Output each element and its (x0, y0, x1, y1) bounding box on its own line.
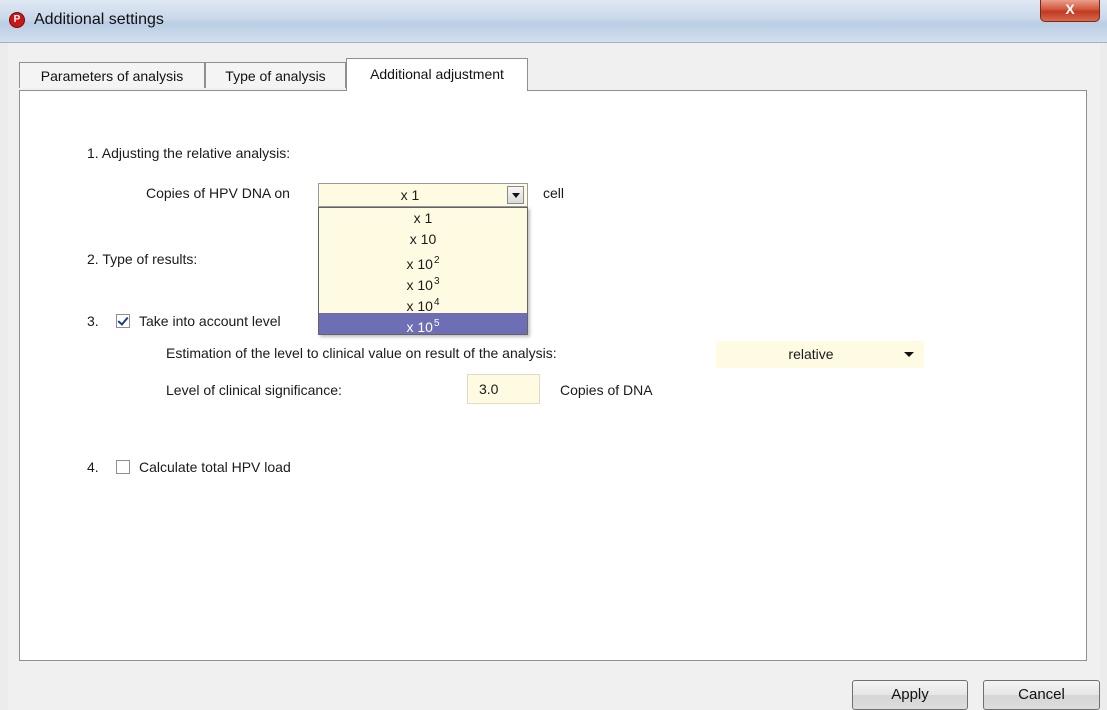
tab-additional-adjustment[interactable]: Additional adjustment (346, 58, 528, 91)
dropdown-option[interactable]: x 102 (319, 250, 527, 272)
dialog-window: P Additional settings X Parameters of an… (0, 0, 1107, 710)
take-into-account-checkbox[interactable] (116, 314, 130, 328)
dropdown-option-highlighted[interactable]: x 105 (319, 313, 527, 335)
tab-panel-additional-adjustment (19, 90, 1087, 661)
cell-suffix-label: cell (543, 185, 565, 201)
estimation-label: Estimation of the level to clinical valu… (166, 345, 557, 361)
dropdown-arrow-icon[interactable] (904, 352, 914, 357)
option-exponent: 5 (433, 318, 440, 329)
copies-multiplier-value: x 1 (400, 187, 420, 203)
section-4-number: 4. (87, 459, 99, 475)
apply-button[interactable]: Apply (852, 680, 968, 710)
option-exponent: 2 (433, 255, 440, 266)
option-base: x 1 (413, 210, 433, 226)
section-3-number: 3. (87, 313, 99, 329)
option-base: x 10 (406, 277, 433, 293)
copies-label: Copies of HPV DNA on (146, 185, 290, 201)
option-base: x 10 (409, 231, 437, 247)
section-1-heading: 1. Adjusting the relative analysis: (87, 145, 291, 161)
dropdown-option[interactable]: x 1 (319, 208, 527, 229)
cancel-button[interactable]: Cancel (983, 680, 1100, 710)
dropdown-option[interactable]: x 10 (319, 229, 527, 250)
option-base: x 10 (406, 319, 433, 335)
total-hpv-load-label: Calculate total HPV load (139, 459, 291, 475)
option-base: x 10 (406, 256, 433, 272)
title-bar: P Additional settings X (0, 0, 1107, 43)
significance-input[interactable]: 3.0 (467, 374, 540, 404)
tab-parameters-of-analysis[interactable]: Parameters of analysis (19, 62, 205, 88)
option-exponent: 4 (433, 297, 440, 308)
option-exponent: 3 (433, 276, 440, 287)
significance-unit: Copies of DNA (560, 382, 653, 398)
app-logo-icon: P (9, 12, 25, 28)
option-base: x 10 (406, 298, 433, 314)
close-button[interactable]: X (1040, 0, 1100, 22)
chevron-down-icon[interactable] (507, 186, 524, 204)
copies-multiplier-dropdown[interactable]: x 1 x 10 x 102 x 103 x 104 x 105 (318, 207, 528, 335)
estimation-select[interactable]: relative (716, 341, 924, 368)
total-hpv-load-checkbox[interactable] (116, 460, 130, 474)
take-into-account-label: Take into account level (139, 313, 281, 329)
dropdown-option[interactable]: x 104 (319, 292, 527, 314)
section-2-heading: 2. Type of results: (87, 251, 198, 267)
copies-multiplier-select[interactable]: x 1 (318, 183, 528, 207)
tab-type-of-analysis[interactable]: Type of analysis (205, 62, 346, 88)
significance-label: Level of clinical significance: (166, 382, 342, 398)
dropdown-option[interactable]: x 103 (319, 271, 527, 293)
window-title: Additional settings (34, 11, 164, 28)
estimation-value: relative (788, 346, 834, 362)
